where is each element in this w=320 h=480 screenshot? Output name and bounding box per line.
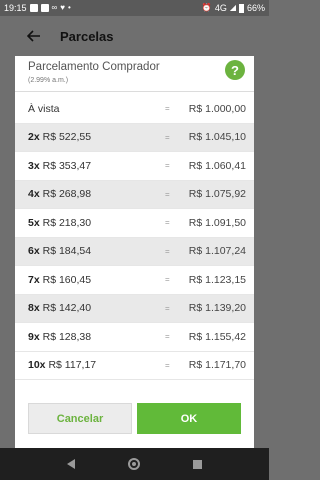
installment-value: R$ 128,38 — [42, 330, 92, 343]
installment-value: R$ 268,98 — [42, 188, 92, 201]
installment-count: 2x — [28, 131, 40, 144]
installment-value: À vista — [28, 102, 60, 115]
installment-label: 6x R$ 184,54 — [28, 245, 91, 257]
notification-icon — [29, 4, 38, 12]
installment-row[interactable]: 3x R$ 353,47 = R$ 1.060,41 — [15, 152, 254, 181]
installment-count: 10x — [28, 359, 46, 372]
nav-home-icon[interactable] — [127, 458, 140, 470]
installment-row[interactable]: 5x R$ 218,30 = R$ 1.091,50 — [15, 209, 254, 238]
installment-row[interactable]: 6x R$ 184,54 = R$ 1.107,24 — [15, 237, 254, 266]
back-button[interactable] — [16, 16, 52, 56]
installment-total: R$ 1.107,24 — [188, 245, 246, 258]
installment-total: R$ 1.139,20 — [188, 302, 246, 315]
installment-value: R$ 117,17 — [48, 359, 97, 372]
installment-label: 8x R$ 142,40 — [28, 302, 91, 314]
installment-value: R$ 160,45 — [42, 273, 92, 286]
signal-icon: ◢ — [229, 3, 236, 12]
installment-label: 4x R$ 268,98 — [28, 188, 91, 200]
system-nav-bar — [0, 448, 269, 480]
page-title: Parcelas — [60, 28, 114, 44]
installment-row[interactable]: 8x R$ 142,40 = R$ 1.139,20 — [15, 294, 254, 323]
alarm-icon: ⏰ — [201, 3, 212, 12]
arrow-left-icon — [27, 30, 40, 42]
installment-value: R$ 142,40 — [42, 302, 92, 315]
installment-label: 2x R$ 522,55 — [28, 131, 91, 143]
installment-count: 9x — [28, 330, 40, 343]
installment-row[interactable]: 7x R$ 160,45 = R$ 1.123,15 — [15, 266, 254, 295]
voicemail-icon: ∞ — [51, 3, 58, 12]
shield-icon: ♥ — [60, 3, 65, 12]
installment-total: R$ 1.123,15 — [188, 273, 246, 286]
nav-recent-apps-icon[interactable] — [193, 459, 203, 469]
dialog-title: Parcelamento Comprador — [28, 61, 160, 73]
installment-total: R$ 1.000,00 — [188, 102, 246, 115]
status-left: 19:15 ∞ ♥ • — [4, 3, 71, 13]
installment-label: 5x R$ 218,30 — [28, 217, 91, 229]
equals-sign: = — [165, 189, 170, 199]
dialog-actions: Cancelar OK — [15, 394, 254, 448]
installment-total: R$ 1.060,41 — [188, 159, 246, 172]
installment-count: 7x — [28, 273, 40, 286]
facebook-icon — [40, 4, 49, 12]
installment-row[interactable]: 9x R$ 128,38 = R$ 1.155,42 — [15, 323, 254, 352]
installment-label: À vista — [28, 103, 60, 115]
question-mark-icon: ? — [231, 62, 239, 78]
installment-count: 4x — [28, 188, 40, 201]
dialog-header: Parcelamento Comprador (2.99% a.m.) ? — [15, 56, 254, 92]
installment-label: 7x R$ 160,45 — [28, 274, 91, 286]
installment-total: R$ 1.155,42 — [188, 330, 246, 343]
installment-row[interactable]: 2x R$ 522,55 = R$ 1.045,10 — [15, 123, 254, 152]
help-button[interactable]: ? — [225, 60, 245, 80]
interest-rate: (2.99% a.m.) — [28, 77, 69, 84]
ok-button[interactable]: OK — [137, 403, 241, 434]
installment-total: R$ 1.045,10 — [188, 131, 246, 144]
installment-count: 8x — [28, 302, 40, 315]
installment-count: 6x — [28, 245, 40, 258]
installment-total: R$ 1.091,50 — [188, 216, 246, 229]
installment-label: 3x R$ 353,47 — [28, 160, 91, 172]
equals-sign: = — [165, 275, 170, 285]
installment-count: 3x — [28, 159, 40, 172]
installment-total: R$ 1.075,92 — [188, 188, 246, 201]
equals-sign: = — [165, 332, 170, 342]
status-time: 19:15 — [4, 3, 27, 13]
installment-row[interactable]: À vista = R$ 1.000,00 — [15, 95, 254, 124]
cancel-button[interactable]: Cancelar — [28, 403, 132, 434]
nav-back-icon[interactable] — [66, 459, 75, 469]
dot-icon: • — [67, 3, 71, 12]
installment-total: R$ 1.171,70 — [188, 359, 246, 372]
network-type: 4G — [214, 3, 227, 13]
installment-count: 5x — [28, 216, 40, 229]
status-right: ⏰ 4G ◢ 66% — [202, 3, 265, 13]
installment-value: R$ 218,30 — [42, 216, 92, 229]
installment-row[interactable]: 10x R$ 117,17 = R$ 1.171,70 — [15, 352, 254, 380]
equals-sign: = — [165, 132, 170, 142]
installment-label: 10x R$ 117,17 — [28, 359, 96, 371]
equals-sign: = — [165, 303, 170, 313]
app-toolbar: Parcelas — [0, 16, 269, 56]
battery-icon — [238, 3, 244, 13]
battery-percent: 66% — [246, 3, 265, 13]
installments-dialog: Parcelamento Comprador (2.99% a.m.) ? À … — [15, 56, 254, 448]
installments-list: À vista = R$ 1.000,00 2x R$ 522,55 = R$ … — [15, 95, 254, 380]
equals-sign: = — [165, 360, 170, 370]
installment-value: R$ 353,47 — [42, 159, 92, 172]
equals-sign: = — [165, 246, 170, 256]
installment-value: R$ 184,54 — [42, 245, 92, 258]
equals-sign: = — [165, 104, 170, 114]
installment-value: R$ 522,55 — [42, 131, 92, 144]
equals-sign: = — [165, 218, 170, 228]
installment-row[interactable]: 4x R$ 268,98 = R$ 1.075,92 — [15, 180, 254, 209]
installment-label: 9x R$ 128,38 — [28, 331, 91, 343]
status-bar: 19:15 ∞ ♥ • ⏰ 4G ◢ 66% — [0, 0, 269, 16]
equals-sign: = — [165, 161, 170, 171]
